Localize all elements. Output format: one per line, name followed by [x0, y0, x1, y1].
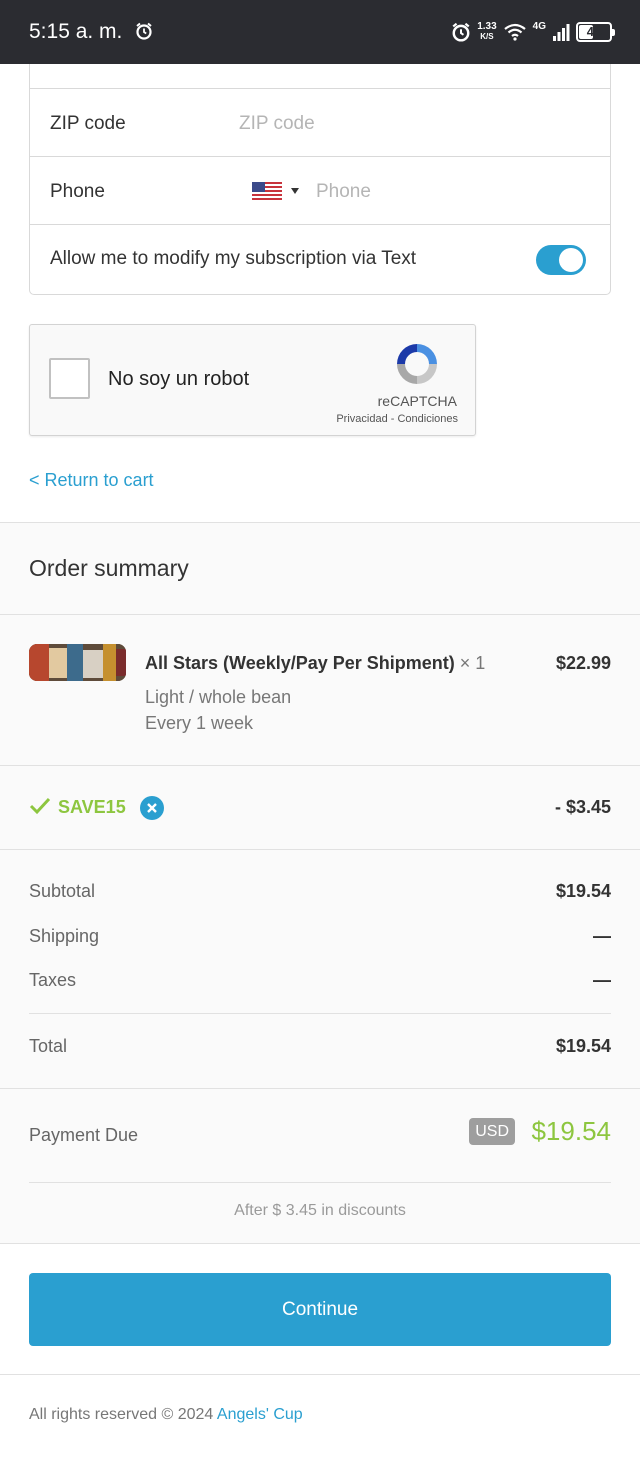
taxes-label: Taxes [29, 970, 77, 990]
discount-note: After $ 3.45 in discounts [234, 1202, 406, 1219]
return-to-cart-link[interactable]: < Return to cart [29, 470, 154, 491]
sms-toggle[interactable] [536, 245, 586, 275]
zip-label: ZIP code [50, 113, 126, 134]
sms-row: Allow me to modify my subscription via T… [30, 224, 610, 294]
recaptcha-widget: No soy un robot reCAPTCHA Privacidad - C… [29, 324, 476, 436]
product-qty: × 1 [459, 653, 486, 673]
wifi-icon [503, 23, 526, 41]
payment-due-amount: $19.54 [531, 1116, 611, 1146]
continue-button[interactable]: Continue [29, 1273, 611, 1346]
footer: All rights reserved © 2024 Angels' Cup [29, 1406, 303, 1424]
remove-discount-icon[interactable] [140, 796, 164, 820]
product-price: $22.99 [555, 653, 611, 673]
shipping-label: Shipping [29, 926, 100, 946]
alarm-icon [452, 22, 470, 42]
zip-row: ZIP code ZIP code [30, 88, 610, 156]
product-variant: Light / whole bean [145, 687, 292, 707]
divider [0, 1374, 640, 1375]
phone-input[interactable]: Phone [316, 181, 371, 203]
divider [0, 1088, 640, 1089]
payment-due-label: Payment Due [29, 1125, 139, 1145]
recaptcha-checkbox[interactable] [49, 358, 90, 399]
divider [29, 1013, 611, 1014]
shipping-value: — [593, 926, 611, 946]
phone-row: Phone Phone [30, 156, 610, 224]
status-time: 5:15 a. m. [29, 20, 123, 43]
status-bar: 5:15 a. m. 1.33 K/S 4G 44 [0, 0, 640, 64]
product-frequency: Every 1 week [145, 713, 254, 733]
zip-input[interactable]: ZIP code [239, 113, 315, 135]
footer-text: All rights reserved © 2024 [29, 1406, 214, 1423]
address-form: ZIP code ZIP code Phone Phone Allow me t… [29, 64, 611, 295]
recaptcha-links[interactable]: Privacidad - Condiciones [336, 413, 458, 425]
us-flag-icon[interactable] [252, 182, 282, 200]
discount-amount: - $3.45 [554, 797, 611, 817]
phone-label: Phone [50, 181, 105, 202]
chevron-down-icon[interactable] [291, 188, 299, 194]
network-speed: 1.33 K/S [477, 21, 497, 42]
recaptcha-logo-icon [397, 344, 437, 384]
product-thumbnail [29, 644, 126, 681]
divider [0, 614, 640, 615]
alarm-icon [136, 22, 152, 40]
sms-label: Allow me to modify my subscription via T… [50, 248, 417, 269]
taxes-value: — [593, 970, 611, 990]
subtotal-label: Subtotal [29, 881, 96, 901]
battery-icon: 44 [576, 22, 615, 42]
divider [0, 765, 640, 766]
divider [0, 849, 640, 850]
network-type: 4G [532, 20, 546, 32]
signal-icon [553, 24, 570, 41]
recaptcha-label: No soy un robot [108, 368, 250, 390]
total-value: $19.54 [555, 1036, 611, 1056]
toggle-knob [559, 248, 583, 272]
product-name[interactable]: All Stars (Weekly/Pay Per Shipment) × 1 [145, 653, 485, 674]
currency-badge: USD [469, 1118, 515, 1145]
recaptcha-brand: reCAPTCHA [377, 393, 457, 409]
order-summary-title: Order summary [29, 555, 189, 581]
check-icon [29, 797, 51, 815]
divider [29, 1182, 611, 1183]
total-label: Total [29, 1036, 68, 1056]
subtotal-value: $19.54 [555, 881, 611, 901]
footer-brand-link[interactable]: Angels' Cup [217, 1406, 303, 1423]
order-summary: Order summary All Stars (Weekly/Pay Per … [0, 522, 640, 1244]
discount-code: SAVE15 [58, 797, 126, 817]
